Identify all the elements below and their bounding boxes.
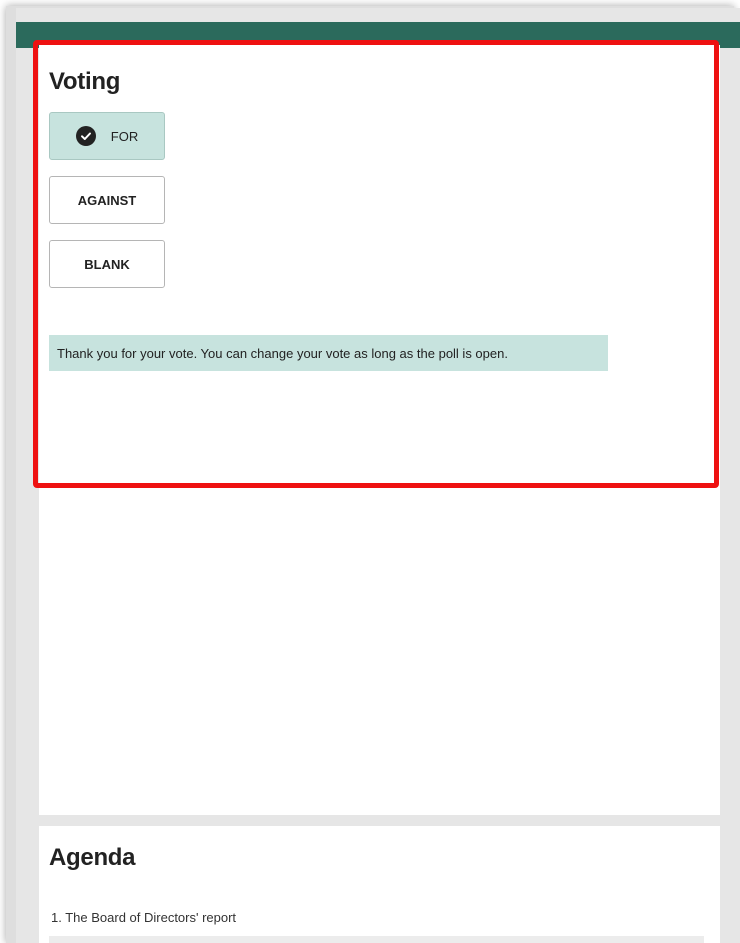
vote-blank-label: BLANK [84, 256, 130, 272]
vote-for-label: FOR [110, 128, 139, 144]
agenda-item-row [49, 936, 704, 943]
voting-panel: Voting FOR AGAINST BLANK Thank you for y… [39, 45, 720, 815]
vote-for-button[interactable]: FOR [49, 112, 165, 160]
agenda-title: Agenda [49, 844, 136, 871]
app-area: Voting FOR AGAINST BLANK Thank you for y… [16, 8, 740, 943]
vote-confirmation-message: Thank you for your vote. You can change … [49, 335, 608, 371]
check-circle-icon [75, 126, 96, 146]
voting-title: Voting [49, 68, 121, 95]
agenda-item[interactable]: 1. The Board of Directors' report [51, 910, 236, 925]
vote-against-button[interactable]: AGAINST [49, 176, 165, 224]
vote-blank-button[interactable]: BLANK [49, 240, 165, 288]
vote-against-label: AGAINST [77, 192, 137, 208]
agenda-panel: Agenda 1. The Board of Directors' report [39, 826, 720, 943]
